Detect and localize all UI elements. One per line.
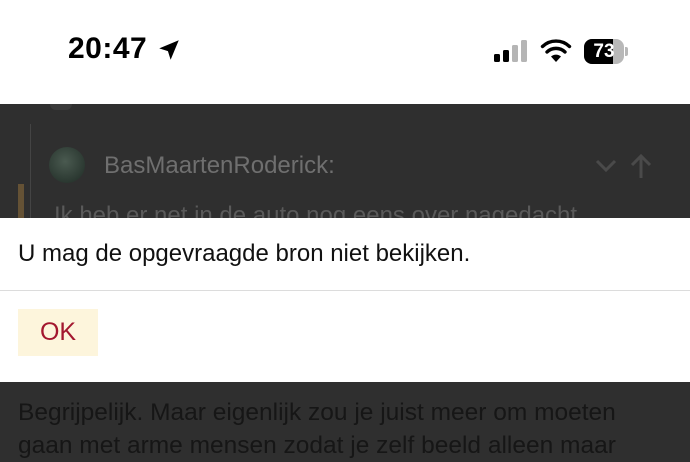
wifi-icon (540, 39, 572, 62)
clock-time: 20:47 (68, 32, 148, 65)
location-arrow-icon (159, 40, 179, 60)
quote-author: BasMaartenRoderick: (104, 152, 335, 179)
status-bar: 20:47 73 (0, 0, 690, 104)
paragraph-line: gaan met arme mensen zodat je zelf beeld… (18, 432, 616, 459)
battery-cap (625, 47, 628, 56)
battery-percent: 73 (593, 41, 615, 62)
cellular-signal-icon (494, 40, 527, 62)
chevron-down-icon (595, 159, 617, 173)
dialog-message: U mag de opgevraagde bron niet bekijken. (18, 240, 471, 267)
avatar-fragment (50, 104, 72, 110)
quote-divider (30, 124, 31, 220)
arrow-up-icon (630, 153, 652, 178)
paragraph-line: Begrijpelijk. Maar eigenlijk zou je juis… (18, 399, 616, 426)
battery-icon: 73 (584, 39, 628, 64)
alert-dialog: U mag de opgevraagde bron niet bekijken.… (0, 218, 690, 382)
avatar (49, 147, 85, 183)
dialog-divider (0, 290, 690, 291)
ok-button[interactable]: OK (18, 309, 98, 356)
post-paragraph: Begrijpelijk. Maar eigenlijk zou je juis… (18, 396, 690, 462)
